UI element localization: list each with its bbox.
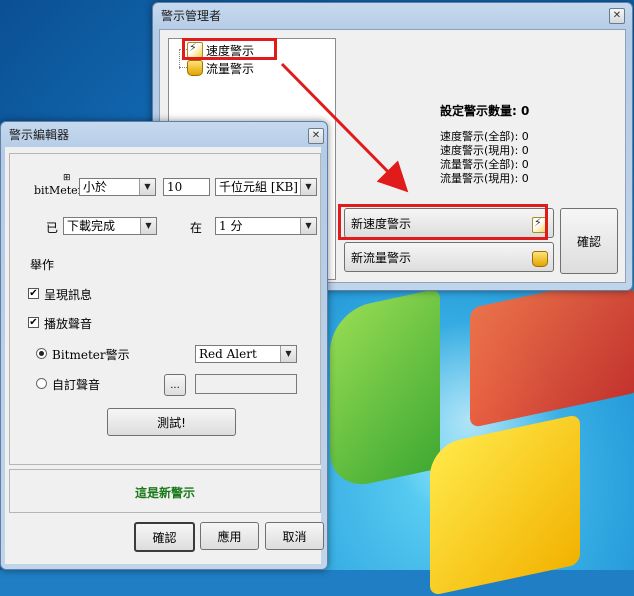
speed-alert-icon [187, 41, 203, 58]
alert-editor-window: 警示編輯器 ✕ bitMeter ⊞ 小於 ▼ 10 千位元組 [KB] ▼ 已… [0, 121, 328, 570]
cancel-button[interactable]: 取消 [265, 522, 324, 550]
within-label: 在 [190, 221, 203, 235]
tree-item-traffic-alert[interactable]: 流量警示 [187, 60, 254, 76]
actions-label: 舉作 [30, 258, 55, 272]
bitmeter-sound-radio[interactable] [36, 348, 47, 359]
unit-select-value: 千位元組 [KB] [219, 180, 298, 194]
traffic-active-count: 流量警示(現用): 0 [440, 172, 529, 185]
direction-select-value: 下載完成 [67, 219, 116, 233]
dropdown-arrow-icon: ▼ [140, 218, 156, 234]
status-message: 這是新警示 [134, 486, 195, 500]
dropdown-arrow-icon: ▼ [280, 346, 296, 362]
already-label: 已 [46, 221, 59, 235]
new-speed-alert-label: 新速度警示 [351, 216, 412, 231]
show-message-checkbox[interactable]: ✔ [28, 288, 39, 299]
manager-ok-button[interactable]: 確認 [560, 208, 618, 274]
play-sound-label: 播放聲音 [44, 317, 93, 331]
bitmeter-sound-value: Red Alert [199, 347, 257, 361]
new-traffic-alert-label: 新流量警示 [351, 250, 412, 265]
custom-sound-radio[interactable] [36, 378, 47, 389]
close-icon[interactable]: ✕ [609, 8, 625, 24]
play-sound-checkbox[interactable]: ✔ [28, 317, 39, 328]
bitmeter-label: bitMeter [34, 184, 83, 197]
apply-button[interactable]: 應用 [200, 522, 259, 550]
amount-input[interactable]: 10 [163, 178, 210, 196]
tree-connector [179, 49, 187, 50]
tree-item-label: 流量警示 [206, 61, 255, 76]
bitmeter-sound-label: Bitmeter警示 [52, 348, 130, 362]
compare-select[interactable]: 小於 ▼ [79, 178, 156, 196]
tree-connector [179, 67, 187, 68]
bitmeter-grid-icon: ⊞ [63, 173, 71, 183]
show-message-label: 呈現訊息 [44, 288, 93, 302]
windows-logo-yellow [430, 414, 580, 596]
status-panel: 這是新警示 [9, 469, 321, 513]
alert-count-title: 設定警示數量: 0 [440, 104, 530, 118]
bitmeter-sound-select[interactable]: Red Alert ▼ [195, 345, 297, 363]
period-select[interactable]: 1 分 ▼ [215, 217, 317, 235]
dropdown-arrow-icon: ▼ [139, 179, 155, 195]
alert-manager-title: 警示管理者 [161, 9, 222, 23]
custom-sound-path-input[interactable] [195, 374, 297, 394]
dropdown-arrow-icon: ▼ [300, 218, 316, 234]
tree-item-label: 速度警示 [206, 43, 255, 58]
compare-select-value: 小於 [83, 180, 108, 194]
direction-select[interactable]: 下載完成 ▼ [63, 217, 157, 235]
dropdown-arrow-icon: ▼ [300, 179, 316, 195]
new-speed-alert-button[interactable]: 新速度警示 [344, 208, 554, 238]
traffic-alert-icon [532, 251, 548, 267]
speed-alert-icon [532, 216, 548, 233]
tree-item-speed-alert[interactable]: 速度警示 [187, 41, 255, 58]
windows-logo-red [470, 271, 634, 429]
close-icon[interactable]: ✕ [308, 128, 324, 144]
unit-select[interactable]: 千位元組 [KB] ▼ [215, 178, 317, 196]
alert-editor-title: 警示編輯器 [9, 128, 70, 142]
browse-sound-button[interactable]: ... [164, 374, 186, 396]
new-traffic-alert-button[interactable]: 新流量警示 [344, 242, 554, 272]
custom-sound-label: 自訂聲音 [52, 378, 101, 392]
test-button[interactable]: 測試! [107, 408, 236, 436]
alert-editor-body: bitMeter ⊞ 小於 ▼ 10 千位元組 [KB] ▼ 已 下載完成 ▼ … [5, 147, 324, 564]
traffic-alert-icon [187, 60, 203, 76]
tree-connector [179, 49, 180, 69]
period-select-value: 1 分 [219, 219, 243, 233]
editor-ok-button[interactable]: 確認 [134, 522, 195, 552]
alert-settings-panel: bitMeter ⊞ 小於 ▼ 10 千位元組 [KB] ▼ 已 下載完成 ▼ … [9, 153, 321, 465]
windows-logo-green [330, 288, 440, 492]
